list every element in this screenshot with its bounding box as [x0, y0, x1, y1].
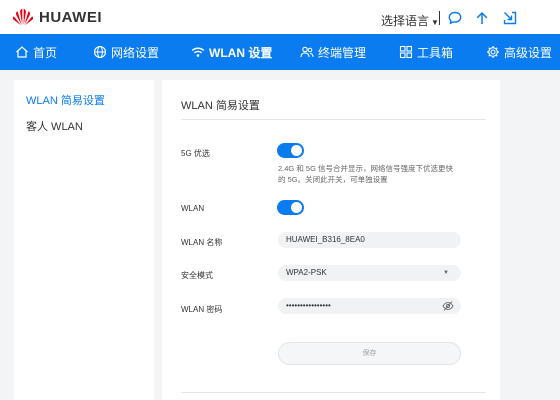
sidebar: WLAN 简易设置 客人 WLAN [14, 80, 154, 400]
globe-icon [93, 45, 107, 59]
nav-item-devices[interactable]: 终端管理 [300, 34, 366, 70]
divider [181, 119, 486, 120]
nav-label: 高级设置 [504, 45, 553, 60]
huawei-flower-icon [12, 8, 34, 26]
wlan-name-label: WLAN 名称 [181, 238, 223, 247]
caret-down-icon: ▼ [431, 18, 439, 27]
settings-panel: WLAN 简易设置 5G 优选 2.4G 和 5G 信号合并显示，网络信号强度下… [162, 80, 500, 400]
wlan-label: WLAN [181, 204, 205, 213]
users-icon [300, 46, 314, 58]
eye-off-icon[interactable] [442, 300, 454, 312]
language-selector[interactable]: 选择语言 ▼ [381, 12, 439, 29]
top-bar: HUAWEI 选择语言 ▼ [0, 0, 560, 34]
wlan-name-value: HUAWEI_B316_8EA0 [286, 235, 365, 244]
brand-name: HUAWEI [39, 8, 102, 26]
nav-item-home[interactable]: 首页 [15, 34, 57, 70]
nav-item-toolbox[interactable]: 工具箱 [399, 34, 453, 70]
save-button[interactable]: 保存 [278, 342, 461, 365]
security-mode-select[interactable]: WPA2-PSK ▼ [278, 265, 461, 281]
chat-icon[interactable] [447, 10, 463, 26]
5g-priority-hint: 2.4G 和 5G 信号合并显示，网络信号强度下优选更快的 5G。关闭此开关，可… [278, 164, 454, 184]
toggle-knob [291, 202, 302, 213]
security-mode-value: WPA2-PSK [286, 268, 327, 277]
home-icon [16, 46, 28, 58]
page-title: WLAN 简易设置 [181, 100, 260, 112]
arrow-up-icon[interactable] [474, 10, 490, 26]
nav-label: WLAN 设置 [209, 45, 273, 60]
nav-label: 终端管理 [318, 45, 367, 60]
toolbox-icon [399, 45, 413, 59]
wlan-name-input[interactable]: HUAWEI_B316_8EA0 [278, 232, 461, 248]
sidebar-item-guest-wlan[interactable]: 客人 WLAN [26, 118, 83, 134]
gear-icon [487, 46, 499, 58]
wlan-password-value: •••••••••••••••• [286, 301, 331, 310]
nav-item-network[interactable]: 网络设置 [93, 34, 159, 70]
header-divider [439, 11, 440, 25]
security-mode-label: 安全模式 [181, 271, 213, 280]
caret-down-icon: ▼ [443, 270, 449, 276]
nav-label: 工具箱 [417, 45, 454, 60]
nav-label: 网络设置 [111, 45, 160, 60]
5g-priority-label: 5G 优选 [181, 149, 210, 158]
huawei-logo: HUAWEI [12, 8, 102, 26]
5g-priority-toggle[interactable] [277, 143, 304, 158]
main-nav: 首页 网络设置 WLAN 设置 终端管理 工具箱 高级设置 [0, 34, 560, 70]
nav-item-advanced[interactable]: 高级设置 [486, 34, 552, 70]
nav-label: 首页 [33, 45, 58, 60]
wlan-password-input[interactable]: •••••••••••••••• [278, 298, 461, 314]
wifi-icon [191, 47, 205, 57]
divider [181, 392, 486, 393]
logout-icon[interactable] [502, 10, 518, 26]
toggle-knob [291, 145, 302, 156]
language-label: 选择语言 [381, 14, 430, 28]
wlan-password-label: WLAN 密码 [181, 305, 223, 314]
wlan-toggle[interactable] [277, 200, 304, 215]
nav-item-wlan[interactable]: WLAN 设置 [191, 34, 272, 70]
sidebar-item-wlan-easy[interactable]: WLAN 简易设置 [26, 92, 105, 108]
